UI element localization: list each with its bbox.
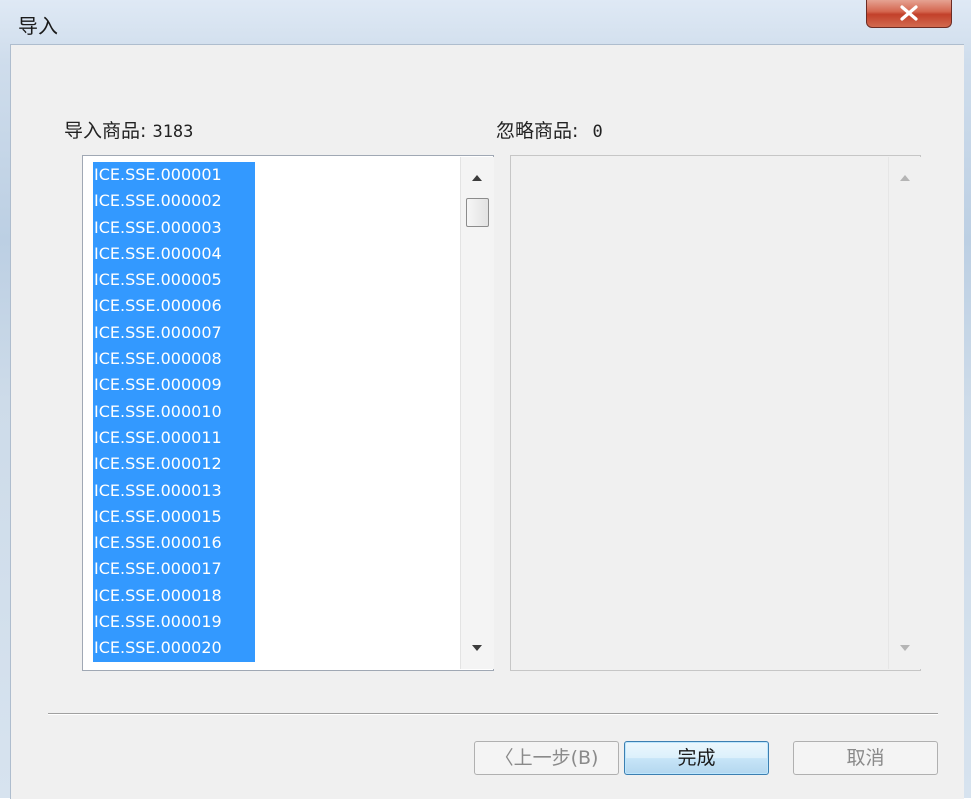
ignore-count-value: 0 <box>592 122 603 142</box>
list-item-label: ICE.SSE.000008 <box>94 349 222 369</box>
back-button[interactable]: 〈上一步(B) <box>474 741 619 775</box>
title-bar[interactable]: 导入 <box>0 0 971 44</box>
import-label-text: 导入商品: <box>64 120 147 142</box>
list-item[interactable]: ICE.SSE.000019 <box>93 609 255 636</box>
list-item-label: ICE.SSE.000004 <box>94 243 222 263</box>
separator-line <box>48 713 938 715</box>
list-item[interactable]: ICE.SSE.000008 <box>93 346 255 373</box>
dialog-window: 导入 导入商品: 3183 忽略商品: 0 ICE.SSE.000001 ICE.… <box>0 0 971 799</box>
list-item[interactable]: ICE.SSE.000013 <box>93 477 255 504</box>
list-item-label: ICE.SSE.000020 <box>94 638 222 658</box>
list-item-label: ICE.SSE.000012 <box>94 454 222 474</box>
list-item[interactable]: ICE.SSE.000012 <box>93 451 255 478</box>
cancel-button[interactable]: 取消 <box>793 741 938 775</box>
imported-goods-list[interactable]: ICE.SSE.000001 ICE.SSE.000002 ICE.SSE.0000… <box>82 155 494 671</box>
import-count-value: 3183 <box>152 122 194 142</box>
list-item[interactable]: ICE.SSE.000006 <box>93 293 255 320</box>
list-item[interactable]: ICE.SSE.000005 <box>93 267 255 294</box>
ignore-count-label: 忽略商品: 0 <box>496 116 603 143</box>
list-item[interactable]: ICE.SSE.000001 <box>93 162 255 189</box>
list-item-label: ICE.SSE.000007 <box>94 322 222 342</box>
list-item-label: ICE.SSE.000002 <box>94 191 222 211</box>
list-item-label: ICE.SSE.000005 <box>94 270 222 290</box>
list-item[interactable]: ICE.SSE.000004 <box>93 240 255 268</box>
scroll-up-arrow-icon[interactable] <box>472 175 482 181</box>
list-item-label: ICE.SSE.000001 <box>94 165 222 184</box>
close-x-icon <box>900 5 918 21</box>
scroll-up-arrow-icon <box>900 175 910 181</box>
list-item-label: ICE.SSE.000006 <box>94 296 222 316</box>
list-item-label: ICE.SSE.000003 <box>94 217 222 237</box>
window-title: 导入 <box>18 14 58 38</box>
list-item-label: ICE.SSE.000016 <box>94 533 222 553</box>
list-item[interactable]: ICE.SSE.000018 <box>93 582 255 610</box>
scroll-down-arrow-icon[interactable] <box>472 645 482 651</box>
list-item-label: ICE.SSE.000015 <box>94 506 222 526</box>
import-count-label: 导入商品: 3183 <box>64 116 193 143</box>
list-item-label: ICE.SSE.000017 <box>94 559 222 579</box>
list-item[interactable]: ICE.SSE.000009 <box>93 372 255 399</box>
list-item[interactable]: ICE.SSE.000002 <box>93 188 255 215</box>
scroll-down-arrow-icon <box>900 645 910 651</box>
list-item[interactable]: ICE.SSE.000003 <box>93 214 255 241</box>
list-item[interactable]: ICE.SSE.000010 <box>93 398 255 425</box>
list-item[interactable]: ICE.SSE.000011 <box>93 424 255 452</box>
list-item-label: ICE.SSE.000013 <box>94 480 222 500</box>
list-item[interactable]: ICE.SSE.000015 <box>93 503 255 531</box>
ignored-goods-list[interactable] <box>510 155 922 671</box>
imported-goods-items: ICE.SSE.000001 ICE.SSE.000002 ICE.SSE.0000… <box>93 162 453 662</box>
close-button[interactable] <box>866 0 952 28</box>
list-item-label: ICE.SSE.000010 <box>94 401 222 421</box>
scroll-thumb[interactable] <box>466 198 489 227</box>
ignore-label-text: 忽略商品: <box>496 120 579 142</box>
finish-button[interactable]: 完成 <box>624 741 769 775</box>
ignored-list-scrollbar[interactable] <box>888 157 922 669</box>
list-item-label: ICE.SSE.000019 <box>94 612 222 632</box>
list-item-label: ICE.SSE.000009 <box>94 375 222 395</box>
list-item-label: ICE.SSE.000018 <box>94 585 222 605</box>
list-item-label: ICE.SSE.000011 <box>94 427 222 447</box>
list-item[interactable]: ICE.SSE.000007 <box>93 319 255 347</box>
list-item[interactable]: ICE.SSE.000017 <box>93 556 255 583</box>
imported-list-scrollbar[interactable] <box>460 157 494 669</box>
list-item[interactable]: ICE.SSE.000020 <box>93 635 255 662</box>
list-item[interactable]: ICE.SSE.000016 <box>93 530 255 557</box>
